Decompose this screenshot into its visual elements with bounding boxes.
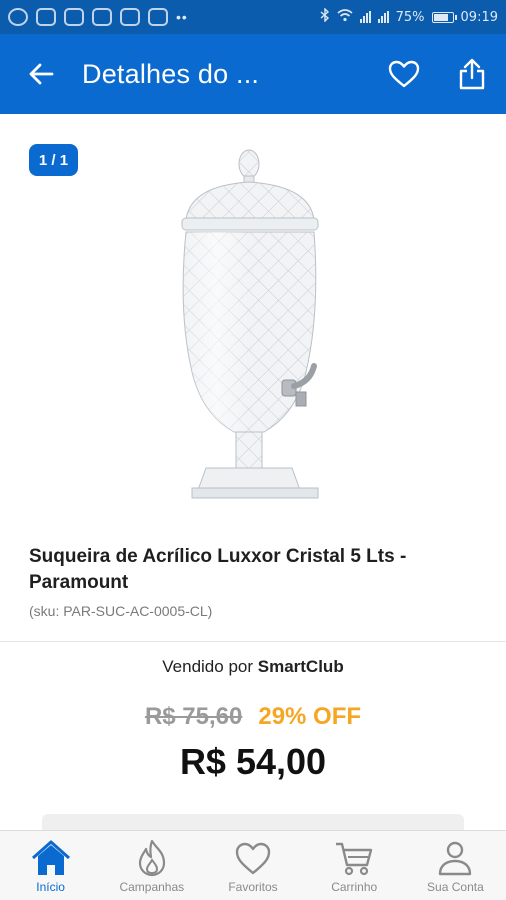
flame-icon [138,839,165,877]
app-bar: Detalhes do ... [0,34,506,114]
product-image[interactable] [160,142,350,512]
nav-item-home[interactable]: Início [0,831,101,900]
nav-item-campaigns[interactable]: Campanhas [101,831,202,900]
discount-badge: 29% OFF [258,703,362,730]
instagram-icon [148,8,168,26]
battery-icon [431,11,457,23]
share-button[interactable] [438,34,506,114]
notification-icon [92,8,112,26]
seller-name[interactable]: SmartClub [258,657,344,676]
image-counter-badge: 1 / 1 [29,144,78,176]
notification-icons: •• [8,8,188,26]
user-icon [439,841,472,876]
heart-icon [235,842,271,875]
notification-icon [36,8,56,26]
bluetooth-icon [320,7,330,26]
nav-label: Campanhas [119,880,185,894]
current-price: R$ 54,00 [179,741,327,782]
system-indicators: 75% 09:19 [320,7,498,26]
cart-icon [336,842,373,876]
divider [0,641,506,642]
favorite-button[interactable] [370,34,438,114]
image-icon [120,8,140,26]
seller-info: Vendido por SmartClub [0,657,506,677]
signal-icon [359,11,371,23]
more-notifications-icon: •• [176,9,188,25]
notification-icon [8,8,28,26]
heart-outline-icon [388,60,420,88]
product-title: Suqueira de Acrílico Luxxor Cristal 5 Lt… [29,546,407,593]
notification-icon [64,8,84,26]
home-icon [31,840,70,875]
nav-item-account[interactable]: Sua Conta [405,831,506,900]
share-icon [459,58,485,90]
old-price: R$ 75,60 [144,703,243,730]
wifi-icon [337,8,353,26]
status-bar: •• 75% 09:19 [0,0,506,34]
arrow-left-icon [29,63,54,85]
nav-label: Sua Conta [427,880,484,894]
signal-icon [377,11,389,23]
nav-label: Favoritos [228,880,278,894]
nav-label: Carrinho [331,880,378,894]
seller-prefix: Vendido por [162,657,254,676]
page-title: Detalhes do ... [82,58,260,89]
clock: 09:19 [460,9,498,25]
nav-label: Início [36,880,65,894]
product-sku: (sku: PAR-SUC-AC-0005-CL) [29,603,213,619]
nav-item-favorites[interactable]: Favoritos [202,831,303,900]
back-button[interactable] [0,34,82,114]
product-gallery[interactable]: 1 / 1 [0,114,506,526]
bottom-navigation: Início Campanhas Favoritos Carrinho Sua … [0,830,506,900]
nav-item-cart[interactable]: Carrinho [304,831,405,900]
battery-percent: 75% [395,9,425,25]
price-row: R$ 75,60 29% OFF [0,703,506,731]
